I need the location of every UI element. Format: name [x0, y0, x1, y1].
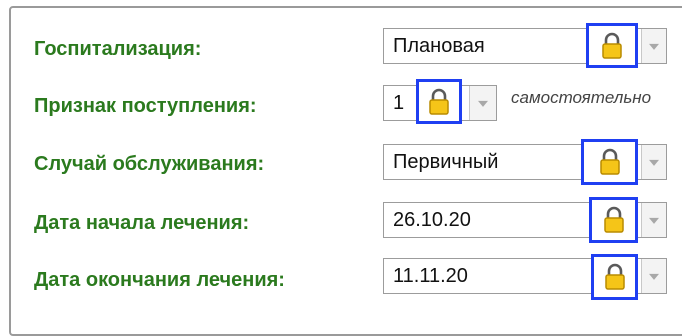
treatment-end-dropdown-arrow[interactable]	[641, 259, 666, 293]
service-case-dropdown-arrow[interactable]	[641, 145, 666, 179]
hospitalization-label: Госпитализация:	[34, 38, 202, 60]
treatment-end-lock-button[interactable]	[591, 254, 638, 300]
hospitalization-dropdown-arrow[interactable]	[641, 29, 666, 63]
treatment-start-value: 26.10.20	[393, 209, 471, 231]
treatment-start-dropdown-arrow[interactable]	[641, 203, 666, 237]
service-case-lock-button[interactable]	[581, 139, 638, 185]
lock-icon	[604, 263, 625, 290]
lock-icon	[602, 32, 622, 59]
treatment-end-value: 11.11.20	[393, 265, 468, 287]
lock-icon	[599, 148, 620, 175]
hospitalization-lock-button[interactable]	[586, 23, 638, 68]
treatment-start-label: Дата начала лечения:	[34, 212, 250, 234]
admission-sign-value: 1	[393, 92, 405, 114]
treatment-end-label: Дата окончания лечения:	[34, 269, 285, 291]
treatment-start-lock-button[interactable]	[589, 197, 638, 243]
service-case-value: Первичный	[393, 151, 499, 173]
lock-icon	[429, 88, 449, 115]
service-case-label: Случай обслуживания:	[34, 153, 265, 175]
admission-sign-dropdown-arrow[interactable]	[469, 86, 496, 120]
hospitalization-value: Плановая	[393, 35, 485, 57]
lock-icon	[603, 206, 624, 233]
admission-sign-hint: самостоятельно	[511, 88, 652, 107]
admission-sign-label: Признак поступления:	[34, 95, 257, 117]
admission-sign-lock-button[interactable]	[416, 79, 462, 124]
